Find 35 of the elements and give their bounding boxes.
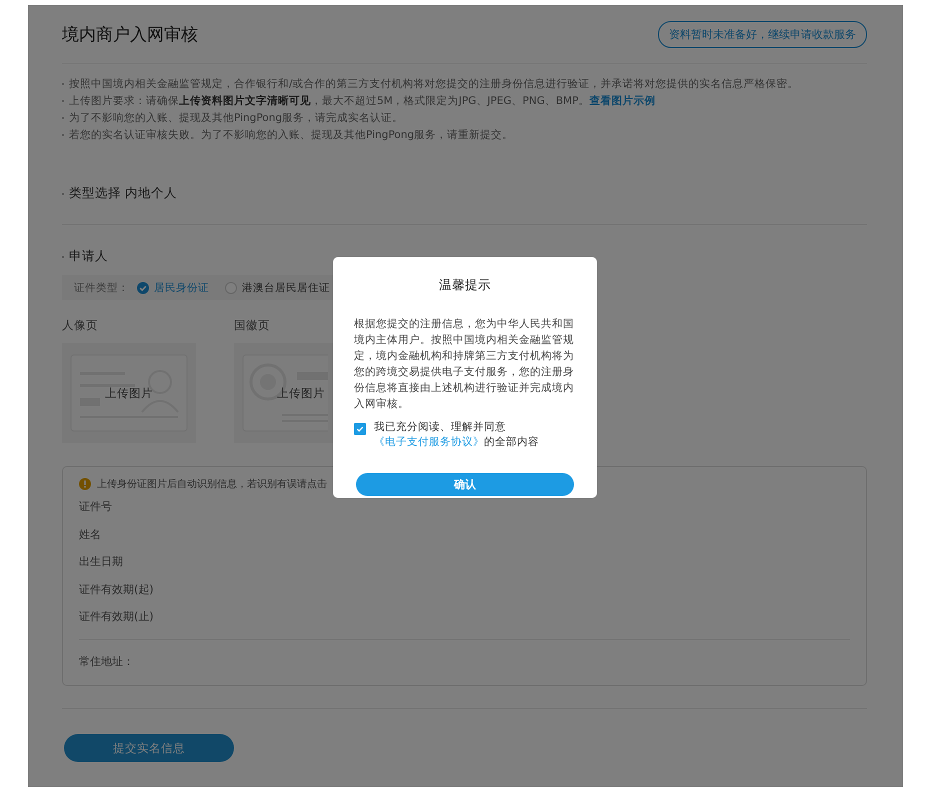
continue-button[interactable]: 资料暂时未准备好，继续申请收款服务 — [658, 20, 867, 48]
warning-icon — [79, 478, 91, 490]
page-title: 境内商户入网审核 — [62, 24, 198, 46]
notice-text: 若您的实名认证审核失败。为了不影响您的入账、提现及其他PingPong服务，请重新提交。 — [62, 128, 867, 142]
dialog-text: 根据您提交的注册信息，您为中华人民共和国境内主体用户。按照中国境内相关金融监管规定，境内金融机构和持牌第三方支付机构将为您的跨境交易提供电子支付服务，您的注册身份信息将直接由上述机构进行验证并完成境内入网审核。 — [354, 317, 575, 412]
submit-button[interactable]: 提交实名信息 — [64, 734, 234, 762]
upload-label: 国徽页 — [234, 318, 270, 333]
agree-text: 我已充分阅读、理解并同意 《电子支付服务协议》的全部内容 — [374, 420, 540, 450]
id-type-label: 证件类型： — [74, 280, 129, 294]
upload-button[interactable]: 上传图片 — [103, 384, 155, 402]
notice-text: 为了不影响您的入账、提现及其他PingPong服务，请完成实名认证。 — [62, 111, 867, 125]
empty-circle-icon — [225, 282, 237, 294]
id-type-radio[interactable]: 港澳台居民居住证 — [225, 280, 330, 294]
agree-checkbox[interactable] — [354, 423, 366, 435]
field-label: 姓名 — [79, 526, 102, 543]
notice-text: 上传图片要求：请确保上传资料图片文字清晰可见，最大不超过5M，格式限定为JPG、JPEG、PNG、BMP。查看图片示例 — [62, 94, 867, 108]
check-circle-icon — [137, 282, 149, 294]
field-label: 证件号 — [79, 499, 113, 516]
upload-button[interactable]: 上传图片 — [275, 384, 327, 402]
id-type-radio[interactable]: 居民身份证 — [137, 280, 209, 294]
confirm-button[interactable]: 确认 — [356, 473, 574, 496]
example-link[interactable]: 查看图片示例 — [589, 95, 656, 107]
type-value: 内地个人 — [125, 185, 177, 202]
field-label: 证件有效期(止) — [79, 609, 155, 626]
address-label: 常住地址： — [79, 654, 135, 670]
warning-text: 上传身份证图片后自动识别信息，若识别有误请点击 — [97, 478, 327, 490]
type-label: 类型选择 — [62, 185, 121, 202]
section-title: 申请人 — [62, 248, 108, 265]
field-label: 出生日期 — [79, 554, 124, 570]
checkmark-icon — [356, 425, 364, 433]
notice-text: 按照中国境内相关金融监管规定，合作银行和/或合作的第三方支付机构将对您提交的注册身份信息进行验证，并承诺将对您提供的实名信息严格保密。 — [62, 77, 867, 91]
upload-label: 人像页 — [62, 318, 98, 333]
field-label: 证件有效期(起) — [79, 582, 155, 598]
agreement-link[interactable]: 《电子支付服务协议》 — [374, 436, 484, 448]
dialog-title: 温馨提示 — [439, 277, 491, 294]
